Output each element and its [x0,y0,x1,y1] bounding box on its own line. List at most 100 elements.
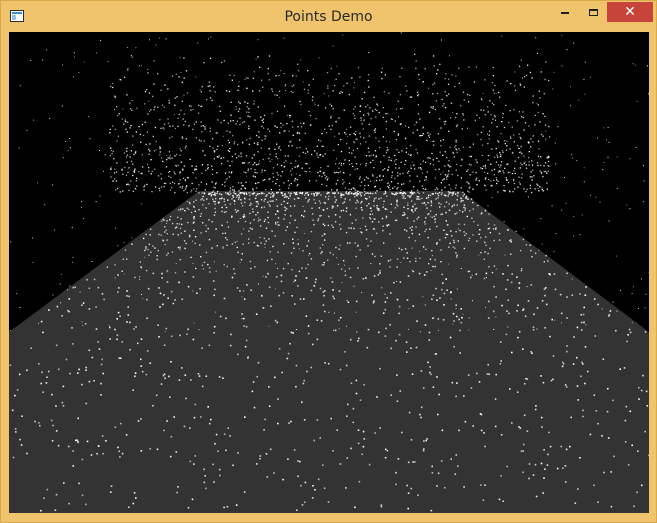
close-button[interactable]: ✕ [607,2,653,22]
point [375,156,377,158]
point [256,244,259,247]
maximize-button[interactable] [579,2,607,22]
point [454,247,456,249]
point [561,65,563,67]
point [299,192,301,194]
point [127,306,129,308]
point [267,272,269,275]
point [384,456,387,459]
render-viewport[interactable] [9,32,649,513]
point [88,116,90,118]
point [333,329,335,331]
point [480,413,483,416]
point [433,65,435,67]
point [183,57,185,59]
point [303,88,306,90]
point [333,312,335,314]
point [210,36,212,38]
point [216,192,218,195]
point [425,197,428,199]
point [498,239,501,241]
point [493,174,495,176]
point [248,143,250,145]
point [318,175,321,177]
point [174,114,175,115]
point [463,231,465,233]
point [105,440,107,442]
point [323,264,325,266]
point [135,151,137,153]
point [363,188,365,190]
point [400,161,402,163]
point [636,491,638,494]
point [495,161,498,163]
point [346,242,349,244]
point [505,104,507,107]
point [301,214,303,217]
point [343,172,345,174]
point [432,317,434,319]
point [550,379,553,382]
point [443,229,445,231]
point [250,289,252,291]
point [336,205,339,207]
point [78,368,80,371]
point [148,254,150,256]
point [244,198,246,200]
point [46,376,48,378]
point [472,171,474,173]
point [265,240,267,242]
point [128,506,130,508]
point [219,110,221,112]
point [522,443,525,446]
point [312,78,314,80]
point [110,485,113,487]
point [240,202,243,204]
point [310,193,313,195]
point [484,241,486,244]
point [429,133,431,135]
point [332,45,334,47]
point [423,274,426,276]
minimize-button[interactable] [551,2,579,22]
point [177,234,179,236]
point [258,163,260,165]
point [493,114,496,117]
point [55,344,58,347]
point [233,199,235,202]
point [250,267,252,270]
point [365,164,367,167]
point [532,95,534,97]
point [582,313,585,316]
point [385,140,387,142]
point [174,104,176,106]
point [118,287,120,289]
point [507,299,510,302]
point [491,148,493,150]
point [354,189,356,191]
point [222,246,224,248]
point [427,194,430,196]
point [574,502,577,504]
point [543,170,545,173]
point [251,228,253,230]
point [200,256,202,258]
point [323,172,325,174]
point [396,298,399,301]
point [257,182,259,184]
point [319,170,321,172]
point [192,338,195,341]
point [418,74,420,76]
point [283,243,285,245]
point [429,228,431,230]
point [367,74,370,76]
point [461,158,463,160]
point [237,452,239,454]
point [231,198,233,200]
point [217,119,219,121]
point [486,373,489,375]
title-bar[interactable]: Points Demo ✕ [1,1,656,32]
point [463,99,465,101]
point [332,450,334,452]
point [157,324,159,326]
